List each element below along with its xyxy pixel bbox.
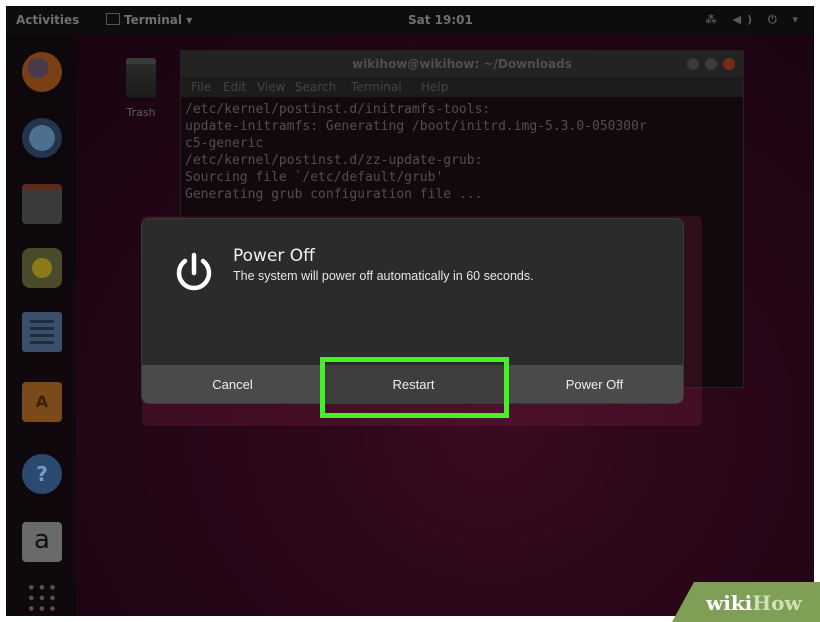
watermark-wiki: wiki — [706, 591, 753, 615]
firefox-icon[interactable] — [22, 52, 62, 92]
app-menu[interactable]: Terminal ▾ — [124, 13, 192, 27]
minimize-button[interactable] — [687, 58, 699, 70]
dialog-title: Power Off — [233, 246, 315, 266]
terminal-line: Generating grub configuration file ... — [185, 187, 483, 202]
help-icon[interactable]: ? — [22, 454, 62, 494]
amazon-icon[interactable]: a — [22, 522, 62, 562]
restart-highlight-box — [320, 357, 509, 418]
clock[interactable]: Sat 19:01 — [408, 13, 473, 27]
wikihow-watermark: wikiHow — [706, 591, 802, 615]
libreoffice-writer-icon[interactable] — [22, 312, 62, 352]
terminal-line: update-initramfs: Generating /boot/initr… — [185, 119, 647, 134]
show-applications-icon[interactable] — [26, 582, 58, 614]
menu-help[interactable]: Help — [421, 80, 448, 94]
terminal-line: Sourcing file `/etc/default/grub' — [185, 170, 444, 185]
terminal-title: wikihow@wikihow: ~/Downloads — [352, 57, 572, 71]
trash-label: Trash — [126, 106, 156, 119]
menu-edit[interactable]: Edit — [223, 80, 246, 94]
dialog-message: The system will power off automatically … — [233, 269, 534, 283]
terminal-line: /etc/kernel/postinst.d/initramfs-tools: — [185, 102, 491, 117]
top-bar: Activities Terminal ▾ Sat 19:01 ⁂ ◀) ⏻ ▾ — [6, 6, 814, 34]
thunderbird-icon[interactable] — [22, 118, 62, 158]
terminal-line: /etc/kernel/postinst.d/zz-update-grub: — [185, 153, 483, 168]
system-tray[interactable]: ⁂ ◀) ⏻ ▾ — [706, 13, 804, 27]
terminal-app-icon — [106, 13, 120, 25]
power-icon — [176, 252, 212, 291]
software-glyph: A — [35, 392, 49, 411]
menu-file[interactable]: File — [191, 80, 211, 94]
software-center-icon[interactable]: A — [22, 382, 62, 422]
rhythmbox-icon[interactable] — [22, 248, 62, 288]
watermark-how: How — [752, 591, 802, 615]
close-button[interactable] — [723, 58, 735, 70]
menu-view[interactable]: View — [257, 80, 285, 94]
menu-terminal[interactable]: Terminal — [351, 80, 402, 94]
dock: A ? a — [6, 34, 76, 616]
maximize-button[interactable] — [705, 58, 717, 70]
terminal-titlebar[interactable]: wikihow@wikihow: ~/Downloads — [181, 51, 743, 77]
files-icon[interactable] — [22, 184, 62, 224]
activities-button[interactable]: Activities — [16, 13, 79, 27]
power-off-button[interactable]: Power Off — [504, 365, 683, 403]
menu-search[interactable]: Search — [295, 80, 336, 94]
terminal-line: c5-generic — [185, 136, 264, 151]
help-glyph: ? — [36, 462, 48, 486]
amazon-glyph: a — [34, 525, 50, 555]
terminal-menubar: File Edit View Search Terminal Help — [181, 77, 743, 97]
cancel-button[interactable]: Cancel — [142, 365, 323, 403]
trash-icon[interactable] — [126, 58, 156, 98]
